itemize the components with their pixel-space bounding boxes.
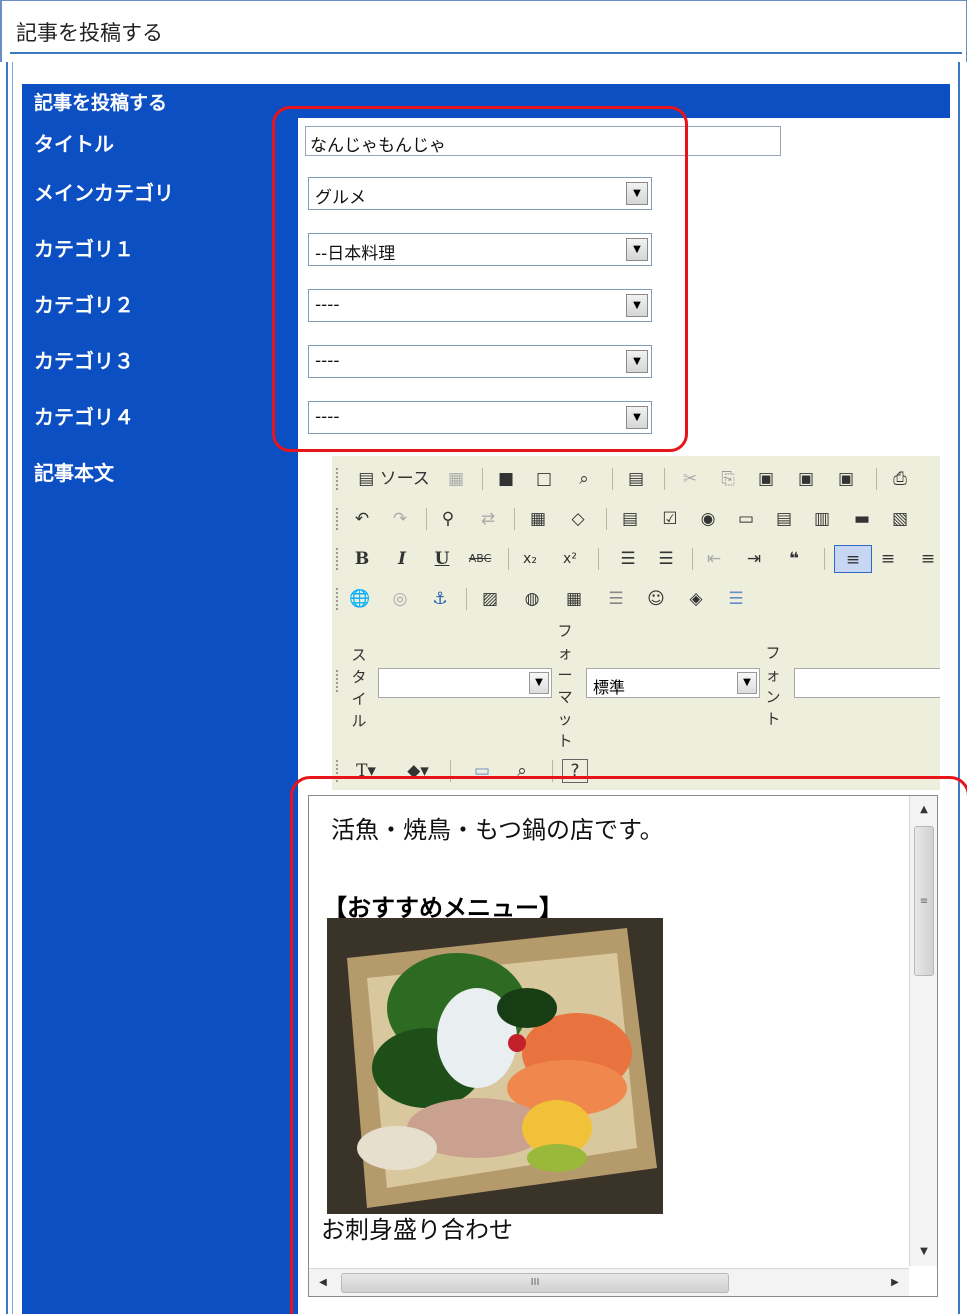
- align-right-icon[interactable]: ≡: [916, 545, 940, 573]
- toolbar-grip: [336, 508, 338, 530]
- strike-icon[interactable]: ABC: [468, 545, 492, 573]
- category1-label: カテゴリ１: [34, 237, 134, 261]
- textarea-icon[interactable]: ▤: [772, 505, 796, 533]
- chevron-down-icon[interactable]: ▼: [737, 672, 757, 694]
- subscript-icon[interactable]: x₂: [518, 545, 542, 573]
- special-char-icon[interactable]: ◈: [684, 585, 708, 613]
- toolbar-row-5: スタイル ▼ フォーマット 標準 ▼ フォント: [332, 620, 940, 750]
- form-icon[interactable]: ▤: [618, 505, 642, 533]
- toolbar-grip: [336, 468, 338, 490]
- table-icon[interactable]: ▦: [562, 585, 586, 613]
- page-header: 記事を投稿する: [0, 0, 967, 62]
- smiley-icon[interactable]: ☺: [644, 585, 668, 613]
- format-value: 標準: [593, 678, 626, 697]
- template-icon[interactable]: ▦: [444, 465, 468, 493]
- toolbar-row-4: 🌐 ◎ ⚓ ▨ ◍ ▦ ☰ ☺ ◈ ☰: [332, 580, 940, 616]
- align-center-icon[interactable]: ≡: [876, 545, 900, 573]
- paste-word-icon[interactable]: ▣: [834, 465, 858, 493]
- anchor-icon[interactable]: ⚓: [428, 585, 452, 613]
- paste-icon[interactable]: ▣: [754, 465, 778, 493]
- source-icon: ▤: [358, 469, 375, 489]
- frame-left-border: [6, 62, 8, 1314]
- image-button-icon[interactable]: ▧: [888, 505, 912, 533]
- page-title: 記事を投稿する: [16, 21, 163, 45]
- editor-toolbar: ▤ ソース ▦ ■ □ ⌕ ▤ ✂ ⎘ ▣ ▣ ▣ ⎙ ↶ ↷ ⚲ ⇄ ▦ ◇ …: [332, 456, 940, 790]
- select-icon[interactable]: ▥: [810, 505, 834, 533]
- align-left-icon[interactable]: ≡: [834, 545, 872, 573]
- category2-label: カテゴリ２: [34, 293, 134, 317]
- main-category-label: メインカテゴリ: [34, 181, 174, 205]
- paste-text-icon[interactable]: ▣: [794, 465, 818, 493]
- form-panel-title: 記事を投稿する: [34, 92, 168, 114]
- bold-icon[interactable]: B: [350, 545, 374, 573]
- unordered-list-icon[interactable]: ☰: [654, 545, 678, 573]
- image-icon[interactable]: ▨: [478, 585, 502, 613]
- toolbar-grip: [336, 670, 338, 692]
- chevron-down-icon[interactable]: ▼: [529, 672, 549, 694]
- redo-icon[interactable]: ↷: [388, 505, 412, 533]
- copy-icon[interactable]: ⎘: [716, 465, 740, 493]
- category3-label: カテゴリ３: [34, 349, 134, 373]
- font-label: フォント: [765, 644, 781, 728]
- undo-icon[interactable]: ↶: [350, 505, 374, 533]
- unlink-icon[interactable]: ◎: [388, 585, 412, 613]
- button-icon[interactable]: ▬: [850, 505, 874, 533]
- page-break-icon[interactable]: ☰: [724, 585, 748, 613]
- outdent-icon[interactable]: ⇤: [702, 545, 726, 573]
- underline-icon[interactable]: U: [430, 545, 454, 573]
- toolbar-grip: [336, 588, 338, 610]
- checkbox-icon[interactable]: ☑: [658, 505, 682, 533]
- templates-icon[interactable]: ▤: [624, 465, 648, 493]
- preview-icon[interactable]: ⌕: [572, 465, 596, 493]
- ordered-list-icon[interactable]: ☰: [616, 545, 640, 573]
- new-page-icon[interactable]: □: [532, 465, 556, 493]
- select-all-icon[interactable]: ▦: [526, 505, 550, 533]
- style-combo[interactable]: ▼: [378, 668, 552, 698]
- link-icon[interactable]: 🌐: [348, 585, 372, 613]
- italic-icon[interactable]: I: [390, 545, 414, 573]
- hr-icon[interactable]: ☰: [604, 585, 628, 613]
- cut-icon[interactable]: ✂: [678, 465, 702, 493]
- style-label: スタイル: [351, 646, 367, 730]
- format-combo[interactable]: 標準 ▼: [586, 668, 760, 698]
- source-button[interactable]: ▤ ソース: [348, 465, 440, 493]
- replace-icon[interactable]: ⇄: [476, 505, 500, 533]
- indent-icon[interactable]: ⇥: [742, 545, 766, 573]
- textfield-icon[interactable]: ▭: [734, 505, 758, 533]
- eraser-icon[interactable]: ◇: [566, 505, 590, 533]
- radio-icon[interactable]: ◉: [696, 505, 720, 533]
- superscript-icon[interactable]: x²: [558, 545, 582, 573]
- source-label: ソース: [379, 469, 430, 489]
- highlight-box-fields: [272, 106, 688, 452]
- toolbar-row-3: B I U ABC x₂ x² ☰ ☰ ⇤ ⇥ ❝ ≡ ≡ ≡: [332, 540, 940, 576]
- toolbar-row-1: ▤ ソース ▦ ■ □ ⌕ ▤ ✂ ⎘ ▣ ▣ ▣ ⎙: [332, 460, 940, 496]
- header-divider: [10, 52, 962, 54]
- save-icon[interactable]: ■: [494, 465, 518, 493]
- font-combo[interactable]: [794, 668, 940, 698]
- toolbar-row-2: ↶ ↷ ⚲ ⇄ ▦ ◇ ▤ ☑ ◉ ▭ ▤ ▥ ▬ ▧: [332, 500, 940, 536]
- flash-icon[interactable]: ◍: [520, 585, 544, 613]
- find-icon[interactable]: ⚲: [436, 505, 460, 533]
- category4-label: カテゴリ４: [34, 405, 134, 429]
- frame-left-inner-border: [12, 62, 13, 1314]
- print-icon[interactable]: ⎙: [888, 465, 912, 493]
- format-label: フォーマット: [557, 622, 573, 750]
- body-label: 記事本文: [34, 461, 114, 485]
- highlight-box-body: [290, 776, 967, 1314]
- title-label: タイトル: [34, 132, 114, 156]
- blockquote-icon[interactable]: ❝: [782, 545, 806, 573]
- toolbar-grip: [336, 548, 338, 570]
